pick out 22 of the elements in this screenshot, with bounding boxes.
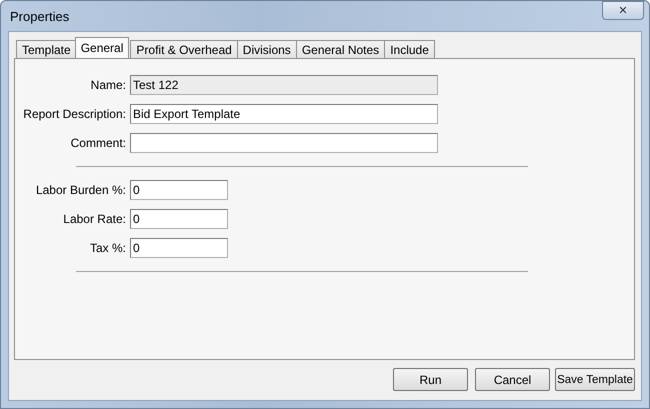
tab[interactable]: General (74, 37, 130, 58)
dialog-button[interactable]: Cancel (475, 368, 550, 391)
dialog-button[interactable]: Run (393, 368, 468, 391)
input-field[interactable]: 0 (130, 180, 228, 200)
field-label: Tax %: (90, 241, 126, 255)
field-label: Comment: (70, 136, 126, 150)
window-title: Properties (9, 8, 70, 24)
input-field[interactable]: Bid Export Template (130, 104, 438, 124)
input-field[interactable] (130, 133, 438, 153)
close-button[interactable]: ✕ (602, 0, 644, 20)
input-field[interactable]: 0 (130, 209, 228, 229)
tab[interactable]: General Notes (296, 40, 386, 58)
dialog-button[interactable]: Save Template (555, 368, 635, 391)
tab[interactable]: Template (16, 40, 77, 58)
tab[interactable]: Include (384, 40, 435, 58)
field-label: Labor Burden %: (36, 183, 126, 197)
field-label: Report Description: (23, 107, 126, 121)
tab[interactable]: Divisions (236, 40, 297, 58)
field-label: Name: (90, 78, 126, 92)
input-field[interactable]: 0 (130, 238, 228, 258)
tab[interactable]: Profit & Overhead (130, 40, 238, 58)
field-label: Labor Rate: (63, 212, 126, 226)
